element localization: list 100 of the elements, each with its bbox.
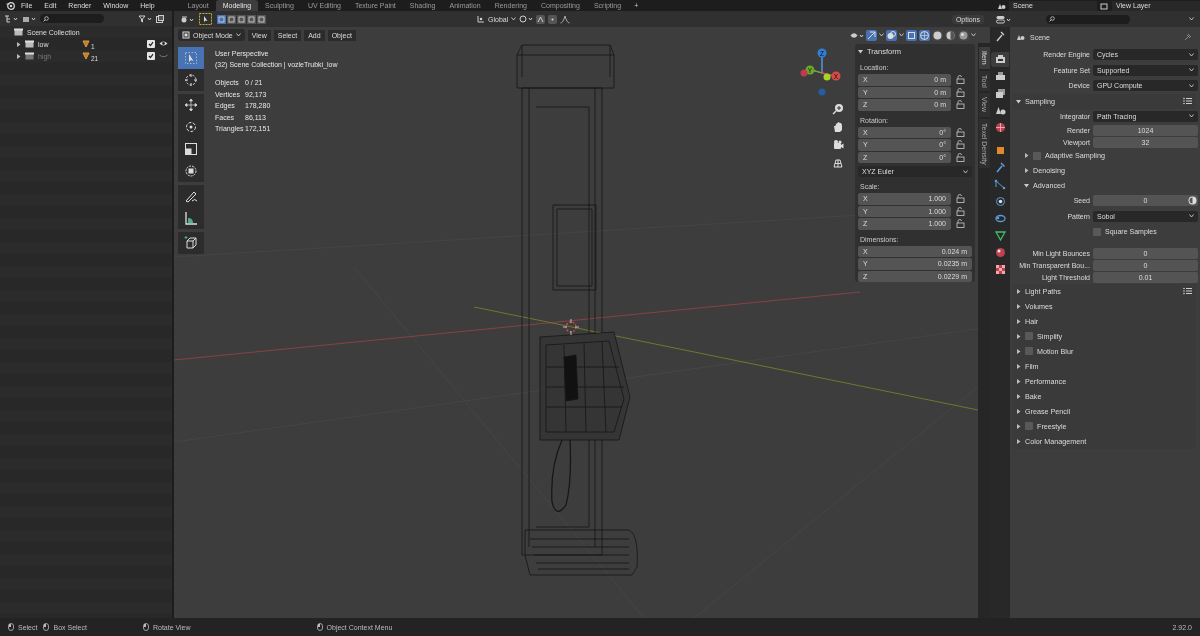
expand-arrow-icon[interactable] — [1016, 333, 1021, 339]
new-selection-icon[interactable] — [217, 14, 226, 24]
collapse-arrow-icon[interactable] — [858, 48, 863, 54]
unlocked-icon[interactable] — [956, 140, 965, 150]
checkbox[interactable] — [1033, 151, 1041, 160]
material-shading-icon — [945, 29, 956, 41]
expand-arrow-icon[interactable] — [1016, 408, 1021, 414]
expand-arrow-icon[interactable] — [1016, 303, 1021, 309]
transform-icon — [184, 164, 198, 178]
exclude-checkbox[interactable] — [147, 40, 155, 48]
tool-button[interactable] — [178, 185, 204, 207]
checkbox[interactable] — [1025, 347, 1033, 355]
expand-arrow-icon[interactable] — [1024, 153, 1029, 158]
unlocked-icon[interactable] — [956, 206, 965, 216]
proportional-edit-icon[interactable] — [548, 14, 558, 24]
axis-gizmo-drawing[interactable] — [800, 48, 841, 96]
checkbox[interactable] — [1025, 332, 1033, 340]
annotate-icon — [184, 189, 198, 203]
gizmo-toggle-icon[interactable] — [866, 29, 877, 41]
display-mode-icon[interactable] — [22, 14, 36, 23]
expand-arrow-icon[interactable] — [1016, 423, 1021, 429]
expand-arrow-icon[interactable] — [1016, 363, 1021, 369]
add-cube-icon — [184, 236, 198, 250]
layers-icon — [1100, 1, 1109, 10]
select-tool-icon[interactable] — [199, 13, 212, 25]
new-collection-icon[interactable] — [156, 14, 164, 23]
eye-icon[interactable] — [159, 40, 168, 47]
expand-arrow-icon[interactable] — [1016, 348, 1021, 354]
hand-icon[interactable] — [832, 121, 844, 133]
shading-button[interactable] — [932, 29, 943, 41]
snap-icon[interactable] — [536, 14, 546, 24]
cone-sphere-icon — [993, 104, 1007, 117]
selection-mode-icon[interactable] — [247, 14, 256, 24]
filter-icon[interactable] — [138, 14, 152, 23]
checkbox[interactable] — [1025, 422, 1033, 430]
unlocked-icon[interactable] — [956, 194, 965, 204]
clock-icon[interactable] — [1188, 196, 1197, 206]
tool-button[interactable] — [178, 94, 204, 116]
overlay-toggle-icon[interactable] — [886, 29, 897, 41]
printer-icon — [993, 70, 1007, 83]
expand-arrow-icon[interactable] — [1016, 438, 1021, 444]
unlocked-icon[interactable] — [956, 87, 965, 97]
pin-icon[interactable] — [1184, 33, 1192, 41]
particles-icon — [993, 178, 1007, 191]
tool-button[interactable] — [178, 160, 204, 182]
chevron-icon — [971, 33, 976, 37]
shading-button[interactable] — [945, 29, 956, 41]
camera-icon[interactable] — [832, 139, 844, 151]
properties-type-icon[interactable] — [996, 14, 1012, 24]
tool-button[interactable] — [178, 232, 204, 254]
collapse-arrow-icon[interactable] — [1016, 98, 1021, 104]
rendered-shading-icon — [958, 29, 969, 41]
cursor-icon — [184, 73, 198, 87]
wrench-icon — [993, 161, 1007, 174]
unlocked-icon[interactable] — [956, 100, 965, 110]
unlocked-icon[interactable] — [956, 75, 965, 85]
checker-icon — [993, 263, 1007, 276]
selection-mode-icon[interactable] — [237, 14, 246, 24]
shading-button[interactable] — [958, 29, 969, 41]
solid-shading-icon — [932, 29, 943, 41]
expand-arrow-icon[interactable] — [1024, 168, 1029, 173]
selection-mode-icon[interactable] — [257, 14, 266, 24]
presets-list-icon[interactable] — [1183, 97, 1192, 105]
search-field[interactable] — [40, 14, 104, 23]
falloff-curve-icon[interactable] — [560, 14, 571, 24]
xray-toggle-icon[interactable] — [906, 29, 917, 41]
3d-cursor-icon[interactable] — [562, 318, 580, 336]
tool-button[interactable] — [178, 69, 204, 91]
expand-arrow-icon[interactable] — [16, 41, 21, 47]
collection-icon — [25, 40, 34, 48]
expand-arrow-icon[interactable] — [1016, 318, 1021, 324]
move-icon — [184, 98, 198, 112]
tool-button[interactable] — [178, 207, 204, 229]
shading-button[interactable] — [919, 29, 930, 41]
triangle-mesh-icon — [993, 229, 1007, 242]
search-icon — [43, 15, 49, 22]
expand-arrow-icon[interactable] — [1016, 378, 1021, 384]
presets-list-icon[interactable] — [1183, 287, 1192, 295]
mouse-icon — [8, 623, 14, 631]
chevron-icon — [1189, 52, 1194, 57]
sphere-icon — [993, 246, 1007, 259]
checkbox[interactable] — [1093, 227, 1101, 236]
editor-type-icon[interactable] — [180, 14, 194, 24]
expand-arrow-icon[interactable] — [1016, 393, 1021, 399]
outliner-type-icon[interactable] — [4, 14, 18, 23]
chevron-icon — [1189, 114, 1194, 119]
pivot-icon[interactable] — [519, 15, 534, 23]
unlocked-icon[interactable] — [956, 219, 965, 229]
visibility-icon[interactable] — [850, 30, 864, 40]
mouse-icon — [142, 623, 149, 631]
expand-arrow-icon[interactable] — [1016, 288, 1021, 294]
search-field[interactable] — [1046, 14, 1130, 24]
selection-mode-icon[interactable] — [227, 14, 236, 24]
search-icon — [1049, 16, 1055, 22]
unlocked-icon[interactable] — [956, 152, 965, 162]
zoom-icon[interactable] — [832, 103, 844, 115]
chevron-icon — [1189, 214, 1194, 219]
unlocked-icon[interactable] — [956, 127, 965, 137]
collapse-arrow-icon[interactable] — [1024, 183, 1029, 188]
grid-icon[interactable] — [832, 157, 844, 169]
